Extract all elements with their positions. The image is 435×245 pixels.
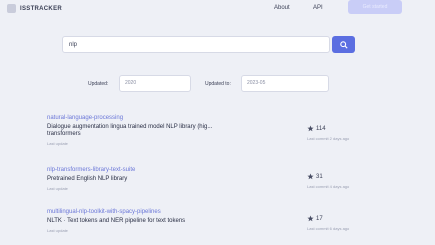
filter-from-label: Updated: (88, 81, 109, 87)
search-button[interactable] (332, 36, 355, 53)
top-bar: ISSTRACKER About API Get started (0, 0, 435, 18)
star-icon (307, 215, 314, 222)
search-input[interactable]: nlp (62, 36, 330, 53)
nav-link-about[interactable]: About (274, 5, 290, 11)
nav-link-api[interactable]: API (313, 5, 323, 11)
list-item[interactable]: nlp-transformers-library-text-suite Pret… (47, 167, 407, 191)
result-title[interactable]: Pretrained English NLP library (47, 176, 257, 183)
result-stats: 114 Last commit 2 days ago (307, 125, 407, 142)
result-meta: Last update (47, 141, 68, 146)
result-date: Last commit 4 days ago (307, 184, 350, 189)
filters-row: Updated: 2020 Updated to: 2023-05 (0, 75, 435, 95)
app-name: ISSTRACKER (20, 5, 63, 12)
result-category-link[interactable]: natural-language-processing (47, 115, 407, 124)
result-date: Last commit 6 days ago (307, 226, 350, 231)
logo[interactable]: ISSTRACKER (7, 4, 62, 13)
result-title[interactable]: Dialogue augmentation lingua trained mod… (47, 124, 257, 131)
filter-to-field[interactable]: 2023-05 (241, 75, 329, 92)
list-item[interactable]: multilingual-nlp-toolkit-with-spacy-pipe… (47, 209, 407, 233)
search-bar: nlp (62, 36, 355, 55)
result-stats: 17 Last commit 6 days ago (307, 215, 407, 232)
filter-to-label: Updated to: (205, 81, 231, 87)
result-title[interactable]: NLTK · Text tokens and NER pipeline for … (47, 218, 257, 225)
result-count: 17 (316, 215, 323, 222)
result-count: 114 (316, 125, 326, 132)
star-icon (307, 125, 314, 132)
result-count: 31 (316, 173, 323, 180)
search-icon (339, 40, 348, 49)
logo-icon (7, 4, 16, 13)
result-date: Last commit 2 days ago (307, 136, 350, 141)
list-item[interactable]: natural-language-processing Dialogue aug… (47, 115, 407, 146)
filter-from-field[interactable]: 2020 (119, 75, 191, 92)
star-icon (307, 173, 314, 180)
result-title-secondary: transformers (47, 131, 81, 137)
get-started-button[interactable]: Get started (348, 0, 402, 14)
result-stats: 31 Last commit 4 days ago (307, 173, 407, 190)
